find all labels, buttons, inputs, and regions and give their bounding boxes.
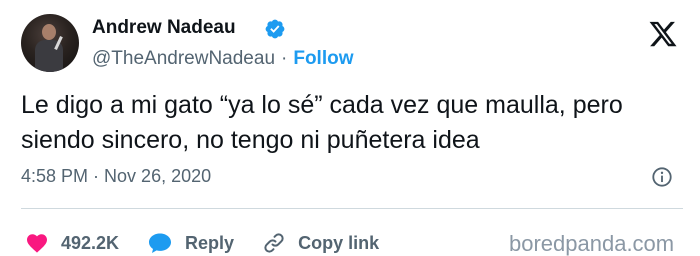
copy-link-button[interactable]: Copy link — [262, 231, 379, 255]
action-bar: 492.2K Reply Copy link — [25, 228, 407, 256]
handle-separator: · — [281, 48, 288, 69]
reply-label: Reply — [185, 232, 235, 253]
info-icon[interactable] — [651, 166, 673, 188]
source-watermark: boredpanda.com — [509, 231, 675, 256]
tweet-text: Le digo a mi gato “ya lo sé” cada vez qu… — [21, 91, 623, 154]
tweet-card: Andrew Nadeau @TheAndrewNadeau · Follow Le… — [0, 0, 700, 256]
link-icon — [264, 233, 284, 253]
meta-separator: · — [93, 166, 100, 186]
heart-icon — [27, 234, 47, 253]
tweet-time[interactable]: 4:58 PM — [21, 166, 88, 186]
avatar[interactable] — [21, 14, 79, 72]
handle-row: @TheAndrewNadeau · Follow — [92, 48, 354, 70]
tweet-meta: 4:58 PM · Nov 26, 2020 — [21, 166, 211, 187]
like-button[interactable]: 492.2K — [25, 231, 119, 255]
author-name[interactable]: Andrew Nadeau — [92, 17, 236, 39]
like-count: 492.2K — [61, 232, 120, 253]
reply-button[interactable]: Reply — [147, 231, 234, 255]
x-logo-icon[interactable] — [648, 19, 678, 49]
copy-link-label: Copy link — [298, 232, 380, 253]
author-handle[interactable]: @TheAndrewNadeau — [92, 48, 275, 69]
follow-button[interactable]: Follow — [293, 48, 353, 69]
verified-badge-icon — [265, 19, 285, 39]
tweet-date[interactable]: Nov 26, 2020 — [104, 166, 211, 186]
speech-bubble-icon — [149, 233, 172, 253]
divider — [21, 208, 683, 209]
